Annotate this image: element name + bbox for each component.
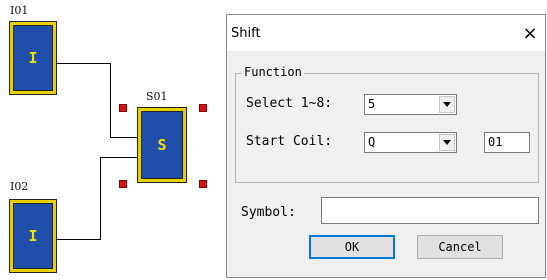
chevron-down-icon[interactable] xyxy=(439,134,455,151)
select-label: Select 1~8: xyxy=(246,96,333,111)
connection-wire xyxy=(100,157,138,158)
connection-wire xyxy=(56,239,101,240)
block-glyph: I xyxy=(28,49,38,67)
connection-wire xyxy=(100,157,101,240)
connection-wire xyxy=(110,137,138,138)
connection-wire xyxy=(110,63,111,137)
input-block-i02[interactable]: I xyxy=(10,200,56,272)
selection-handle[interactable] xyxy=(119,104,127,112)
function-group-label: Function xyxy=(242,65,304,79)
block-label-s01: S01 xyxy=(146,90,168,103)
input-block-i01[interactable]: I xyxy=(10,22,56,94)
block-label-i02: I02 xyxy=(10,180,29,193)
select-value: 5 xyxy=(368,97,376,111)
selection-handle[interactable] xyxy=(199,180,207,188)
selection-handle[interactable] xyxy=(119,180,127,188)
cancel-button[interactable]: Cancel xyxy=(417,235,503,259)
start-coil-label: Start Coil: xyxy=(246,134,333,149)
symbol-label: Symbol: xyxy=(241,205,296,220)
select-dropdown[interactable]: 5 xyxy=(364,94,457,115)
shift-dialog: Shift × Function Select 1~8: 5 Start Coi… xyxy=(226,14,546,278)
ok-button[interactable]: OK xyxy=(309,235,395,259)
function-groupbox: Function Select 1~8: 5 Start Coil: Q 01 xyxy=(235,65,539,183)
chevron-down-icon[interactable] xyxy=(439,96,455,113)
close-icon[interactable]: × xyxy=(515,18,545,48)
block-label-i01: I01 xyxy=(10,4,29,17)
shift-block-s01[interactable]: S xyxy=(138,108,186,182)
selection-handle[interactable] xyxy=(199,104,207,112)
coil-number-input[interactable]: 01 xyxy=(484,132,530,153)
block-glyph: S xyxy=(157,136,167,154)
start-coil-dropdown[interactable]: Q xyxy=(364,132,457,153)
symbol-input[interactable] xyxy=(321,197,539,224)
diagram-canvas[interactable]: I01 I I02 I S01 S xyxy=(0,0,230,280)
start-coil-value: Q xyxy=(368,135,376,149)
connection-wire xyxy=(56,63,111,64)
block-glyph: I xyxy=(28,227,38,245)
dialog-title: Shift xyxy=(231,25,261,41)
dialog-titlebar[interactable]: Shift × xyxy=(227,15,545,51)
